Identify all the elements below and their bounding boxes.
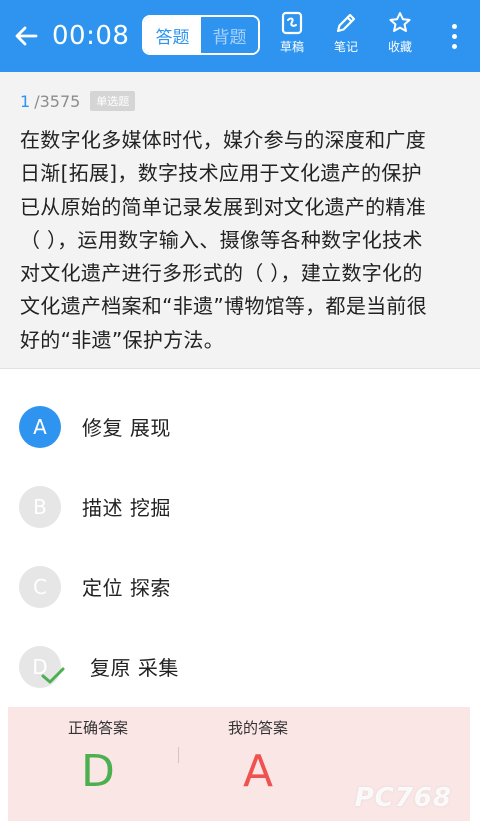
question-line: 好的“非遗”保护方法。: [20, 327, 225, 352]
note-button[interactable]: 笔记: [324, 10, 368, 55]
watermark-logo: PC768: [354, 783, 452, 813]
quiz-screen: 00:08 答题 背题 草稿 笔记 收藏 1 /3575 单选题 在数字化多媒体…: [0, 0, 480, 821]
question-line: 已从原始的简单记录发展到对文化遗产的精准: [20, 194, 426, 219]
tab-answer[interactable]: 答题: [144, 17, 201, 53]
option-c[interactable]: C 定位 探索: [0, 558, 480, 618]
draft-icon: [281, 11, 303, 35]
favorite-button[interactable]: 收藏: [378, 10, 422, 55]
draft-button[interactable]: 草稿: [270, 10, 314, 55]
question-total: /3575: [34, 91, 81, 111]
my-answer-label: 我的答案: [227, 719, 288, 737]
option-b[interactable]: B 描述 挖掘: [0, 478, 480, 538]
question-line: （ ），运用数字输入、摄像等各种数字化技术: [20, 227, 423, 252]
note-label: 笔记: [333, 40, 358, 54]
question-area: 1 /3575 单选题 在数字化多媒体时代，媒介参与的深度和广度 日渐[拓展]，…: [0, 72, 480, 369]
option-b-letter: B: [19, 486, 61, 528]
option-d-text: 复原 采集: [90, 656, 179, 680]
question-line: 对文化遗产进行多形式的（ ），建立数字化的: [20, 261, 423, 286]
more-dot-icon: [451, 23, 457, 29]
back-arrow-icon: [15, 26, 38, 46]
question-line: 日渐[拓展]，数字技术应用于文化遗产的保护: [20, 161, 422, 186]
question-type-badge: 单选题: [90, 91, 136, 111]
more-dot-icon: [451, 33, 457, 39]
checkmark-icon: [41, 667, 65, 684]
option-d[interactable]: D 复原 采集: [0, 638, 480, 698]
question-meta: 1 /3575 单选题: [20, 91, 136, 111]
favorite-label: 收藏: [387, 40, 412, 54]
option-b-text: 描述 挖掘: [82, 496, 171, 520]
timer: 00:08: [52, 21, 130, 51]
question-text: 在数字化多媒体时代，媒介参与的深度和广度 日渐[拓展]，数字技术应用于文化遗产的…: [20, 124, 468, 357]
tab-memorize[interactable]: 背题: [201, 17, 258, 53]
option-a-letter: A: [19, 406, 61, 448]
option-a[interactable]: A 修复 展现: [0, 398, 480, 458]
back-button[interactable]: [8, 18, 44, 54]
option-c-letter: C: [19, 566, 61, 608]
option-c-text: 定位 探索: [82, 576, 171, 600]
my-answer-value: A: [242, 746, 274, 797]
correct-answer: 正确答案 D: [18, 717, 178, 800]
answer-result-panel: 正确答案 D 我的答案 A PC768: [8, 707, 470, 821]
top-bar: 00:08 答题 背题 草稿 笔记 收藏: [0, 0, 480, 72]
more-dot-icon: [451, 43, 457, 49]
pencil-icon: [336, 13, 356, 33]
more-menu-button[interactable]: [440, 16, 468, 56]
correct-answer-label: 正确答案: [67, 719, 128, 737]
option-a-text: 修复 展现: [82, 416, 171, 440]
star-icon: [389, 12, 411, 32]
my-answer: 我的答案 A: [178, 717, 338, 800]
mode-toggle: 答题 背题: [142, 15, 260, 55]
draft-label: 草稿: [279, 40, 304, 54]
question-line: 在数字化多媒体时代，媒介参与的深度和广度: [20, 128, 426, 152]
correct-answer-value: D: [81, 746, 115, 797]
question-line: 文化遗产档案和“非遗”博物馆等，都是当前很: [20, 294, 428, 319]
question-index: 1: [20, 91, 31, 111]
